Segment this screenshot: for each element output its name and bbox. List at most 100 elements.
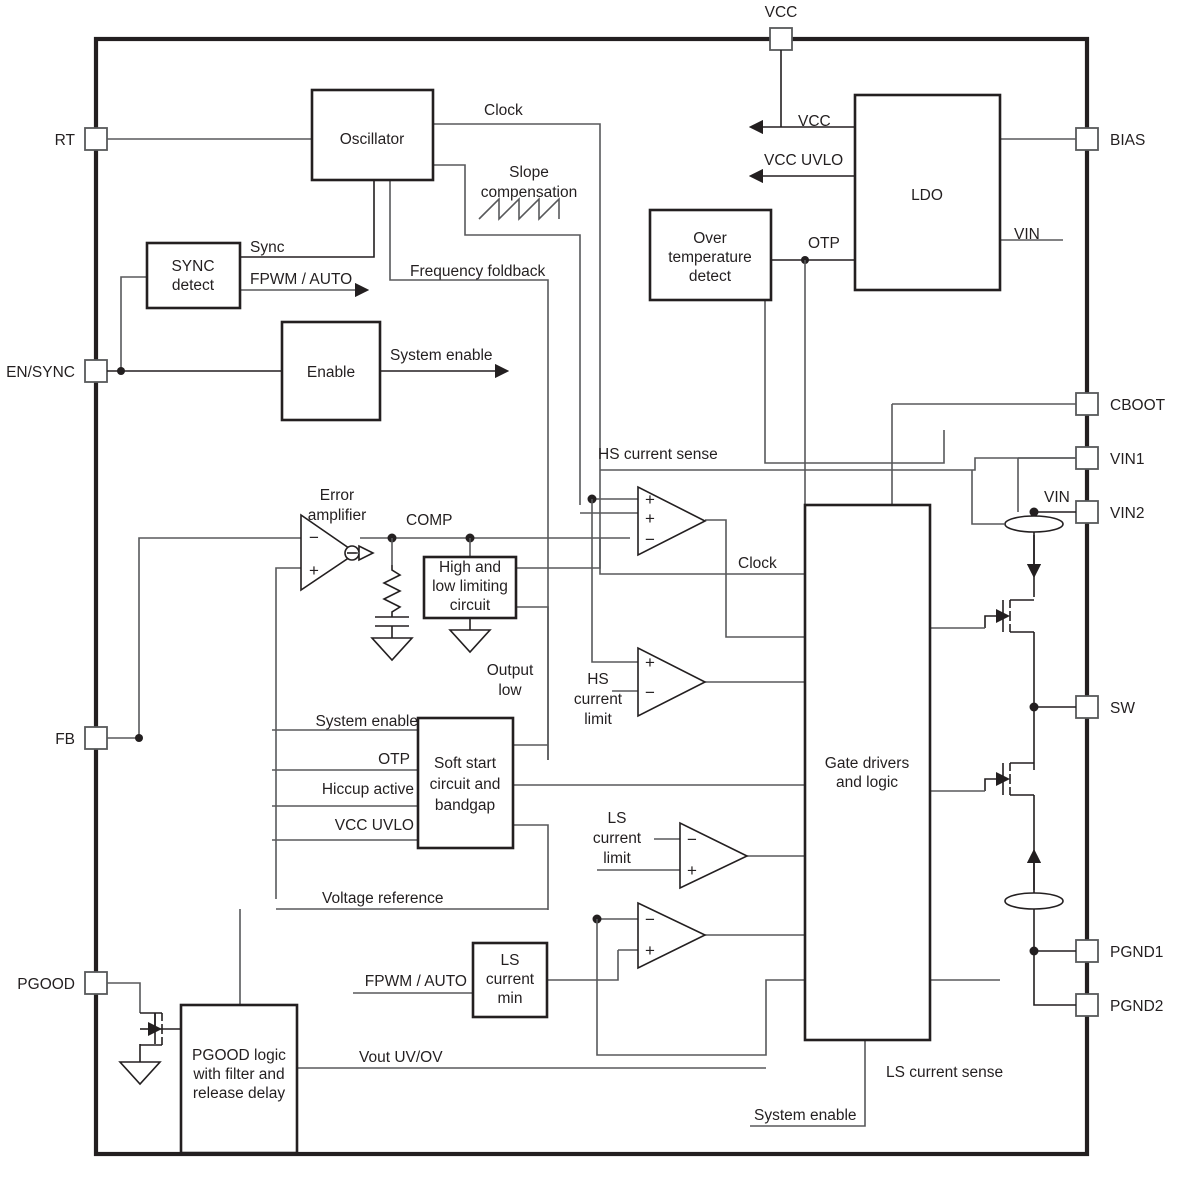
pin-bias-box[interactable]	[1075, 127, 1099, 151]
block-enable[interactable]: Enable	[280, 320, 382, 422]
pwm-comparator[interactable]: + + −	[637, 485, 707, 557]
block-sync-detect-rect[interactable]	[145, 241, 242, 310]
pin-pgood[interactable]: PGOOD	[17, 971, 108, 995]
label-softstart-otp: OTP	[378, 751, 410, 768]
label-hs-current-limit-line2: current	[574, 691, 623, 708]
fb-junction-dot	[135, 734, 143, 742]
block-pgood-logic-label-line2: with filter and	[192, 1066, 284, 1083]
block-lscurmin-label-line3: min	[498, 990, 523, 1007]
wire-pgoodfet-gate	[154, 1013, 181, 1030]
ls-zero-cross-comparator[interactable]: − +	[637, 901, 707, 970]
pwm-comparator-minus: −	[645, 530, 655, 549]
pin-vin2[interactable]: VIN2	[1075, 500, 1144, 524]
label-slope-compensation-line2: compensation	[481, 184, 578, 201]
pin-vin2-box[interactable]	[1075, 500, 1099, 524]
block-pgood-logic-label-line3: release delay	[193, 1085, 285, 1102]
pin-vin1-box[interactable]	[1075, 446, 1099, 470]
pin-pgnd1-label: PGND1	[1110, 944, 1163, 961]
block-ldo[interactable]: LDO	[853, 93, 1002, 292]
pin-sw[interactable]: SW	[1075, 695, 1135, 719]
label-frequency-foldback: Frequency foldback	[410, 263, 546, 280]
pin-pgnd2-box[interactable]	[1075, 993, 1099, 1017]
ls-zc-plus: +	[645, 941, 655, 960]
wire-hs-sense-tap	[971, 470, 1005, 525]
pin-sw-box[interactable]	[1075, 695, 1099, 719]
pin-pgood-box[interactable]	[84, 971, 108, 995]
error-amplifier-caption-a: Error	[320, 487, 354, 504]
block-lscurmin-label-line2: current	[486, 971, 535, 988]
wire-pwm-comp-out	[705, 519, 805, 638]
hs-ilim-plus: +	[645, 653, 655, 672]
pin-cboot[interactable]: CBOOT	[1075, 392, 1166, 416]
label-output-low-line1: Output	[487, 662, 534, 679]
block-ls-current-min[interactable]: LS current min	[471, 941, 549, 1019]
block-over-temperature-detect[interactable]: Over temperature detect	[648, 208, 773, 302]
wire-hs-sense-down	[591, 499, 638, 663]
pin-fb[interactable]: FB	[55, 726, 108, 750]
label-softstart-system-enable: System enable	[315, 713, 418, 730]
label-vin-node: VIN	[1044, 489, 1070, 506]
error-amplifier[interactable]: − + Error amplifier	[300, 513, 375, 592]
block-pgood-logic-label-line1: PGOOD logic	[192, 1047, 286, 1064]
pin-rt-box[interactable]	[84, 127, 108, 151]
block-soft-start-label-line3: bandgap	[435, 797, 495, 814]
label-hs-current-limit-line3: limit	[584, 711, 612, 728]
block-lscurmin-label-line1: LS	[501, 952, 520, 969]
block-limiting-label-line2: low limiting	[432, 578, 508, 595]
block-otd-label-line2: temperature	[668, 249, 752, 266]
pin-en-sync-label: EN/SYNC	[6, 364, 75, 381]
block-enable-label: Enable	[307, 364, 355, 381]
hs-current-limit-comparator[interactable]: + −	[637, 646, 707, 718]
label-ls-current-limit-line1: LS	[608, 810, 627, 827]
label-system-enable-bottom: System enable	[754, 1107, 857, 1124]
pin-fb-label: FB	[55, 731, 75, 748]
ls-current-limit-comparator[interactable]: − +	[679, 821, 749, 890]
pin-rt-label: RT	[55, 132, 76, 149]
slope-compensation-sawtooth-icon	[478, 197, 560, 221]
pin-vcc-box[interactable]	[769, 27, 793, 51]
pin-sw-label: SW	[1110, 700, 1135, 717]
block-pgood-logic[interactable]: PGOOD logic with filter and release dela…	[179, 1003, 299, 1155]
pin-vin1[interactable]: VIN1	[1075, 446, 1144, 470]
label-otp: OTP	[808, 235, 840, 252]
pgood-ground-icon	[118, 1061, 162, 1086]
block-soft-start[interactable]: Soft start circuit and bandgap	[416, 716, 515, 850]
error-amplifier-caption-b: amplifier	[308, 507, 367, 524]
block-sync-detect[interactable]: SYNC detect	[145, 241, 242, 310]
block-gate-drivers-label-line1: Gate drivers	[825, 755, 910, 772]
pin-vcc[interactable]: VCC	[765, 4, 798, 51]
block-soft-start-label-line1: Soft start	[434, 755, 497, 772]
pin-pgnd1[interactable]: PGND1	[1075, 939, 1163, 963]
hs-ilim-minus: −	[645, 683, 655, 702]
label-voltage-reference: Voltage reference	[322, 890, 444, 907]
pin-bias[interactable]: BIAS	[1075, 127, 1145, 151]
label-clock: Clock	[484, 102, 523, 119]
pin-vin1-label: VIN1	[1110, 451, 1144, 468]
pin-cboot-box[interactable]	[1075, 392, 1099, 416]
label-fpwm-auto: FPWM / AUTO	[250, 271, 352, 288]
label-softstart-hiccup: Hiccup active	[322, 781, 414, 798]
pin-bias-label: BIAS	[1110, 132, 1145, 149]
ls-ilim-minus: −	[687, 830, 697, 849]
block-gate-drivers-and-logic[interactable]: Gate drivers and logic	[803, 503, 932, 1042]
pin-en-sync-box[interactable]	[84, 359, 108, 383]
pin-pgnd2[interactable]: PGND2	[1075, 993, 1163, 1017]
block-ldo-label: LDO	[911, 187, 943, 204]
label-clock-2: Clock	[738, 555, 777, 572]
pin-fb-box[interactable]	[84, 726, 108, 750]
wire-slope-comp	[433, 164, 581, 505]
block-high-low-limiting-circuit[interactable]: High and low limiting circuit	[422, 555, 518, 620]
pin-pgnd1-box[interactable]	[1075, 939, 1099, 963]
wire-fb-to-erroramp	[107, 537, 301, 739]
wire-vref-to-erroramp	[275, 567, 301, 899]
label-system-enable: System enable	[390, 347, 493, 364]
pin-pgood-label: PGOOD	[17, 976, 75, 993]
pin-rt[interactable]: RT	[55, 127, 108, 151]
hs-current-sense-source-icon	[1004, 515, 1064, 533]
limiting-ground-icon	[448, 629, 492, 654]
block-oscillator[interactable]: Oscillator	[310, 88, 435, 182]
error-amplifier-gm-tri	[358, 544, 375, 562]
pin-en-sync[interactable]: EN/SYNC	[6, 359, 108, 383]
label-vout-uv-ov: Vout UV/OV	[359, 1049, 443, 1066]
block-gate-drivers-rect[interactable]	[803, 503, 932, 1042]
